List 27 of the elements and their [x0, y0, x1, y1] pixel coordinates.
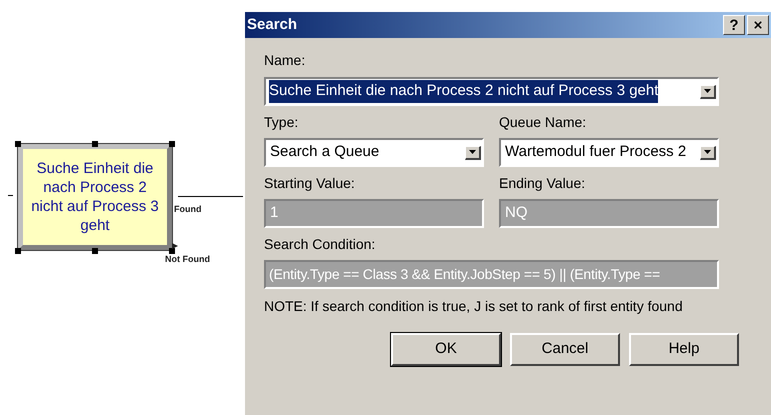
selection-handle[interactable] — [92, 248, 98, 254]
help-button[interactable]: ? — [723, 15, 745, 35]
dialog-button[interactable]: Help — [629, 333, 739, 366]
selection-handle[interactable] — [92, 141, 98, 147]
note-text: NOTE: If search condition is true, J is set to rank of first entity found — [264, 297, 684, 316]
field-label: Type: — [264, 113, 300, 132]
field-label: Name: — [264, 51, 306, 70]
field-label: Search Condition: — [264, 235, 376, 254]
exit-arrow-icon — [172, 243, 178, 249]
dropdown-field[interactable]: Search a Queue — [264, 138, 484, 167]
dropdown-field[interactable]: Wartemodul fuer Process 2 — [499, 138, 719, 167]
exit-label: Found — [174, 203, 202, 216]
field-label: Queue Name: — [499, 113, 588, 132]
selection-handle[interactable] — [169, 141, 175, 147]
selection-handle[interactable] — [169, 248, 175, 254]
field-label: Ending Value: — [499, 174, 586, 193]
dialog-button[interactable]: Cancel — [510, 333, 620, 366]
process-module[interactable]: Suche Einheit die nach Process 2 nicht auf Process 3 geht — [18, 144, 172, 250]
dialog-button[interactable]: OK — [391, 333, 501, 366]
close-button[interactable]: × — [747, 15, 769, 35]
name-dropdown[interactable]: Suche Einheit die nach Process 2 nicht auf Process 3 geht — [264, 77, 719, 106]
selection-handle[interactable] — [15, 248, 21, 254]
selection-handle[interactable] — [15, 141, 21, 147]
field-label: Starting Value: — [264, 174, 356, 193]
window-title: Search — [247, 14, 298, 35]
exit-label: Not Found — [165, 253, 210, 266]
connector-line — [178, 196, 243, 197]
